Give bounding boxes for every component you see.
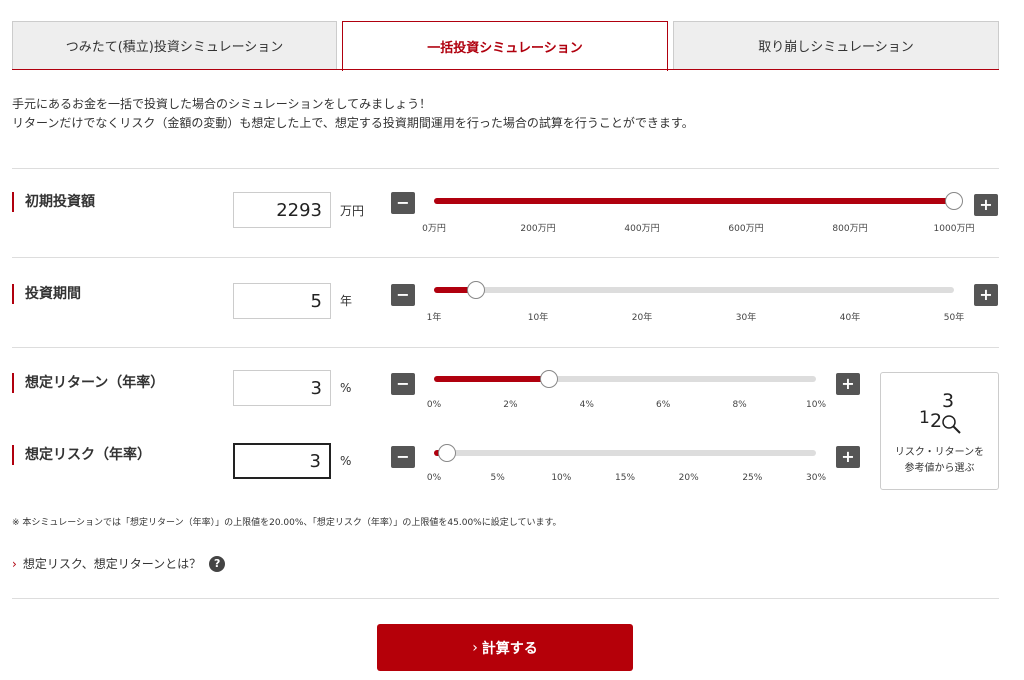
tick-label: 15% — [614, 473, 636, 483]
tick-label: 1000万円 — [933, 224, 975, 234]
calculate-button[interactable]: › 計算する — [377, 624, 633, 671]
tick-label: 10年 — [527, 313, 549, 323]
risk-label: 想定リスク（年率） — [12, 445, 151, 465]
reference-line-2: 参考値から選ぶ — [904, 463, 975, 474]
return-unit: % — [340, 381, 352, 395]
slider-knob[interactable] — [539, 370, 558, 388]
period-unit: 年 — [340, 294, 353, 308]
tick-label: 5% — [490, 473, 505, 483]
tab-lump-sum[interactable]: 一括投資シミュレーション — [342, 21, 668, 71]
period-minus-button[interactable]: − — [391, 284, 415, 306]
risk-unit: % — [340, 454, 352, 468]
reference-values-button[interactable]: 1 2 3 リスク・リターンを 参考値から選ぶ — [880, 372, 999, 490]
upper-limit-note: ※ 本シミュレーションでは「想定リターン（年率）」の上限値を20.00%、「想定… — [12, 518, 562, 528]
return-plus-button[interactable]: + — [836, 373, 860, 395]
period-ticks: 1年 10年 20年 30年 40年 50年 — [427, 310, 965, 323]
svg-text:1: 1 — [919, 408, 930, 428]
initial-amount-plus-button[interactable]: + — [974, 194, 998, 216]
tick-label: 50年 — [943, 313, 965, 323]
question-icon[interactable]: ? — [209, 555, 226, 572]
divider — [12, 347, 999, 348]
tick-label: 25% — [742, 473, 763, 483]
period-input[interactable] — [233, 283, 331, 319]
svg-text:2: 2 — [930, 410, 942, 432]
tick-label: 4% — [579, 400, 594, 410]
simulation-tabs: つみたて(積立)投資シミュレーション 一括投資シミュレーション 取り崩しシミュレ… — [12, 21, 999, 71]
period-slider[interactable] — [434, 281, 954, 299]
divider — [12, 598, 999, 599]
tick-label: 20年 — [631, 313, 653, 323]
risk-ticks: 0% 5% 10% 15% 20% 25% 30% — [427, 473, 826, 485]
tick-label: 30% — [805, 473, 827, 483]
chevron-right-icon: › — [12, 556, 17, 571]
initial-amount-input[interactable] — [233, 192, 331, 228]
initial-amount-label: 初期投資額 — [12, 192, 95, 212]
tick-label: 1年 — [426, 313, 442, 323]
return-slider[interactable] — [434, 370, 816, 388]
slider-fill — [434, 198, 954, 204]
reference-line-1: リスク・リターンを — [894, 447, 985, 458]
return-label: 想定リターン（年率） — [12, 373, 164, 393]
risk-return-help-link[interactable]: › 想定リスク、想定リターンとは？ ? — [12, 555, 226, 572]
return-minus-button[interactable]: − — [391, 373, 415, 395]
slider-knob[interactable] — [945, 192, 963, 210]
number-search-icon: 1 2 3 — [919, 390, 961, 434]
tab-tsumitate[interactable]: つみたて(積立)投資シミュレーション — [12, 21, 337, 70]
tick-label: 0% — [426, 400, 442, 410]
tick-label: 10% — [551, 473, 572, 483]
period-label: 投資期間 — [12, 284, 81, 304]
tick-label: 30年 — [735, 313, 757, 323]
tick-label: 10% — [805, 400, 827, 410]
intro-line-2: リターンだけでなくリスク（金額の変動）も想定した上で、想定する投資期間運用を行っ… — [12, 116, 694, 130]
chevron-right-icon: › — [472, 639, 478, 656]
initial-amount-slider[interactable] — [434, 192, 963, 210]
initial-amount-ticks: 0万円 200万円 400万円 600万円 800万円 1000万円 — [422, 221, 974, 234]
tick-label: 8% — [732, 400, 747, 410]
tick-label: 20% — [678, 473, 699, 483]
slider-knob[interactable] — [467, 281, 486, 299]
risk-plus-button[interactable]: + — [836, 446, 860, 468]
tick-label: 2% — [503, 400, 518, 410]
risk-minus-button[interactable]: − — [391, 446, 415, 468]
period-plus-button[interactable]: + — [974, 284, 998, 306]
tick-label: 6% — [656, 400, 671, 410]
tick-label: 0% — [426, 473, 442, 483]
risk-slider[interactable] — [434, 444, 816, 462]
intro-text: 手元にあるお金を一括で投資した場合のシミュレーションをしてみましょう！ リターン… — [12, 95, 694, 133]
tick-label: 0万円 — [422, 224, 446, 234]
tick-label: 400万円 — [624, 224, 660, 234]
initial-amount-minus-button[interactable]: − — [391, 192, 415, 214]
initial-amount-unit: 万円 — [340, 204, 365, 218]
calculate-button-label: 計算する — [481, 640, 538, 657]
help-link-label: 想定リスク、想定リターンとは？ — [22, 557, 202, 571]
svg-text:3: 3 — [942, 390, 954, 412]
tick-label: 40年 — [839, 313, 861, 323]
slider-fill — [434, 376, 549, 382]
divider — [12, 168, 999, 169]
tick-label: 200万円 — [520, 224, 556, 234]
tab-withdrawal[interactable]: 取り崩しシミュレーション — [673, 21, 999, 70]
risk-input[interactable] — [233, 443, 331, 479]
return-ticks: 0% 2% 4% 6% 8% 10% — [427, 400, 826, 412]
tick-label: 800万円 — [832, 224, 868, 234]
tab-underline — [12, 69, 999, 70]
reference-values-label: リスク・リターンを 参考値から選ぶ — [881, 445, 998, 477]
intro-line-1: 手元にあるお金を一括で投資した場合のシミュレーションをしてみましょう！ — [12, 97, 432, 111]
tick-label: 600万円 — [728, 224, 764, 234]
return-input[interactable] — [233, 370, 331, 406]
slider-knob[interactable] — [437, 444, 456, 462]
divider — [12, 257, 999, 258]
